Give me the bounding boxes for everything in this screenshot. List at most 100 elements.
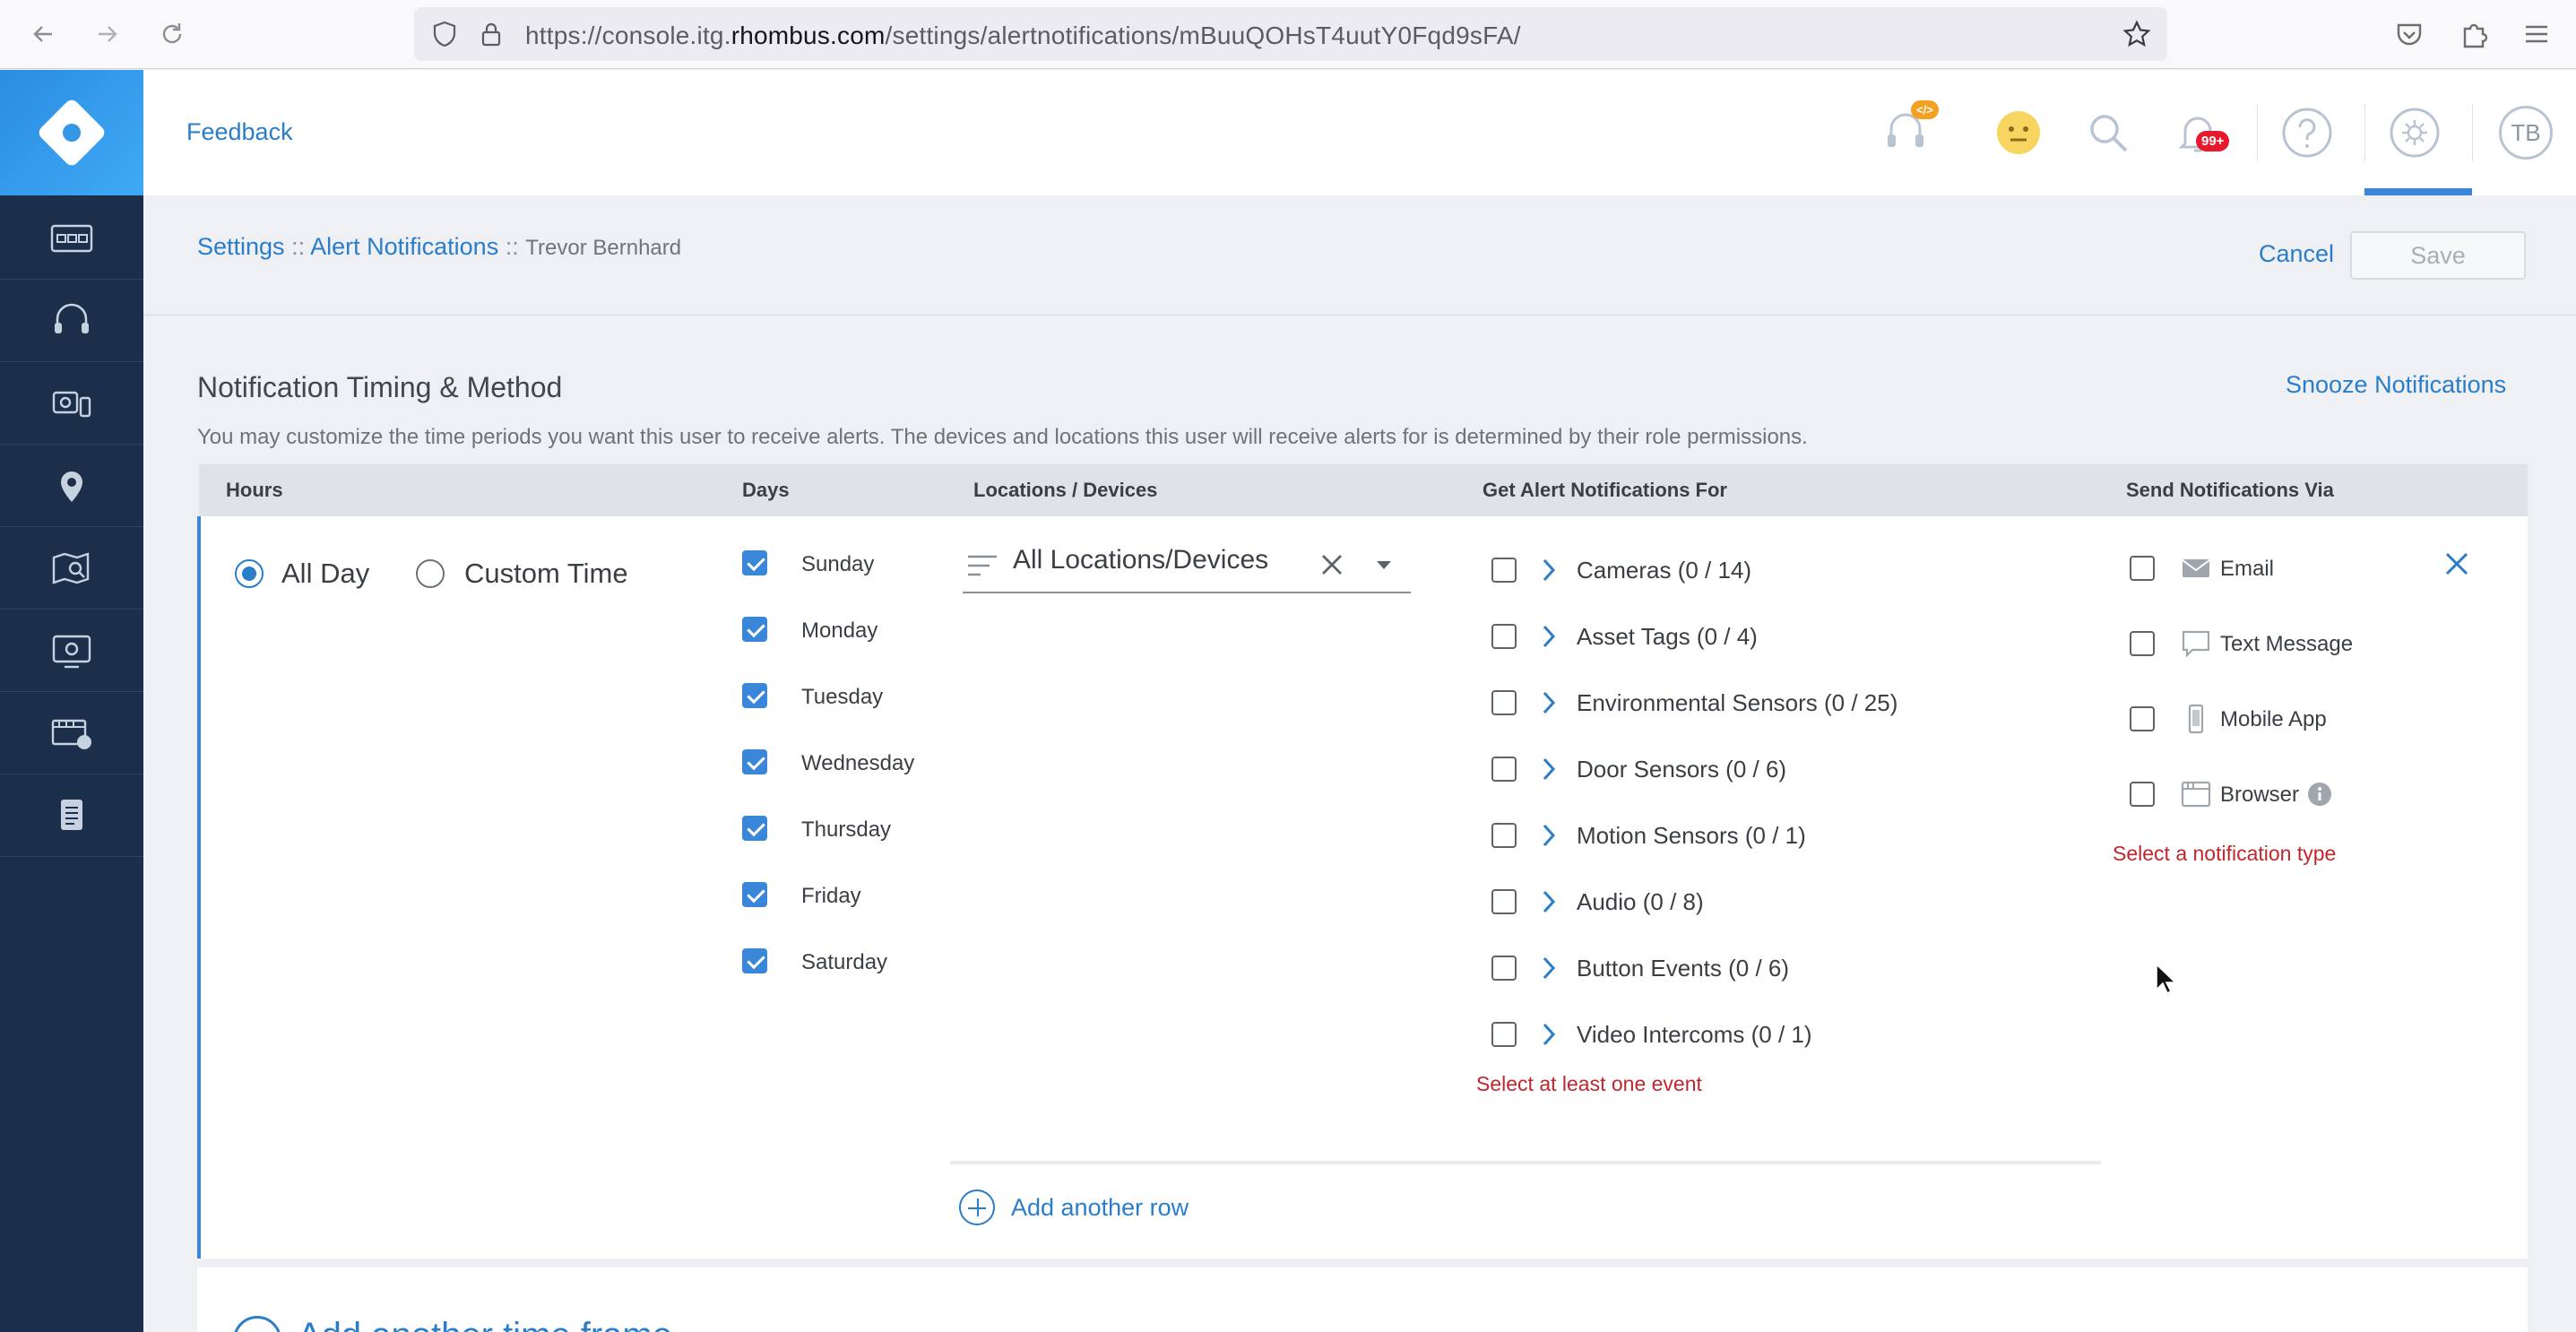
snooze-notifications-link[interactable]: Snooze Notifications xyxy=(2286,371,2506,399)
method-checkbox[interactable] xyxy=(2130,782,2155,807)
sidebar-item-reports[interactable] xyxy=(0,774,143,857)
day-checkbox[interactable] xyxy=(742,550,767,575)
bookmark-star-icon[interactable] xyxy=(2122,20,2151,48)
breadcrumb-alert-notifications[interactable]: Alert Notifications xyxy=(310,233,498,260)
sidebar-item-devices[interactable] xyxy=(0,362,143,445)
sidebar-item-video-wall[interactable] xyxy=(0,610,143,692)
rhombus-logo[interactable] xyxy=(0,70,143,195)
clear-icon[interactable] xyxy=(1318,550,1346,579)
emoji-feedback-button[interactable] xyxy=(1990,104,2047,161)
event-checkbox[interactable] xyxy=(1491,1022,1517,1047)
location-pin-icon xyxy=(61,471,82,502)
event-label: Cameras (0 / 14) xyxy=(1577,557,1752,584)
browser-toolbar: https://console.itg.rhombus.com/settings… xyxy=(0,0,2576,69)
day-checkbox[interactable] xyxy=(742,882,767,907)
section-description: You may customize the time periods you w… xyxy=(197,425,1808,449)
section-title: Notification Timing & Method xyxy=(197,371,563,403)
day-label[interactable]: Thursday xyxy=(801,817,891,843)
day-label[interactable]: Tuesday xyxy=(801,685,883,710)
chevron-right-icon[interactable] xyxy=(1538,557,1560,584)
notification-count-badge: 99+ xyxy=(2196,131,2230,151)
menu-icon[interactable] xyxy=(2519,16,2554,52)
settings-button[interactable] xyxy=(2386,104,2443,161)
methods-error-message: Select a notification type xyxy=(2113,842,2337,865)
breadcrumb: Settings :: Alert Notifications :: Trevo… xyxy=(197,233,681,261)
chevron-right-icon[interactable] xyxy=(1538,955,1560,982)
back-icon[interactable] xyxy=(25,16,61,52)
notifications-button[interactable]: 99+ xyxy=(2169,104,2230,161)
cancel-button[interactable]: Cancel xyxy=(2259,240,2334,268)
method-checkbox[interactable] xyxy=(2130,706,2155,731)
sidebar-item-map[interactable] xyxy=(0,527,143,610)
add-another-row-button[interactable]: Add another row xyxy=(959,1189,1189,1225)
dropdown-arrow-icon[interactable] xyxy=(1373,558,1395,572)
chevron-right-icon[interactable] xyxy=(1538,689,1560,716)
day-label[interactable]: Saturday xyxy=(801,950,887,975)
add-time-frame-label: Add another time frame xyxy=(298,1316,672,1332)
document-icon xyxy=(61,799,82,830)
method-checkbox[interactable] xyxy=(2130,556,2155,581)
feedback-link[interactable]: Feedback xyxy=(186,118,293,146)
support-headset-button[interactable]: </> xyxy=(1877,100,1939,161)
day-checkbox[interactable] xyxy=(742,683,767,708)
custom-time-label[interactable]: Custom Time xyxy=(464,558,628,590)
chevron-right-icon[interactable] xyxy=(1538,756,1560,783)
day-label[interactable]: Sunday xyxy=(801,552,874,577)
day-checkbox[interactable] xyxy=(742,816,767,841)
save-button[interactable]: Save xyxy=(2350,231,2526,280)
search-button[interactable] xyxy=(2079,104,2137,161)
address-bar[interactable]: https://console.itg.rhombus.com/settings… xyxy=(414,7,2167,61)
headset-icon xyxy=(55,303,89,333)
event-checkbox[interactable] xyxy=(1491,690,1517,715)
sidebar-item-saved-videos[interactable] xyxy=(0,692,143,774)
day-checkbox[interactable] xyxy=(742,948,767,973)
event-checkbox[interactable] xyxy=(1491,624,1517,649)
help-button[interactable] xyxy=(2278,104,2336,161)
event-checkbox[interactable] xyxy=(1491,558,1517,583)
sidebar-item-dashboard[interactable] xyxy=(0,197,143,280)
all-day-radio[interactable] xyxy=(235,559,264,588)
dev-badge: </> xyxy=(1911,100,1939,119)
breadcrumb-settings[interactable]: Settings xyxy=(197,233,285,260)
header-hours: Hours xyxy=(226,479,283,501)
email-icon xyxy=(2182,559,2210,577)
add-row-label: Add another row xyxy=(1011,1193,1189,1221)
user-avatar-button[interactable]: TB xyxy=(2497,104,2554,161)
remove-row-icon[interactable] xyxy=(2442,549,2472,579)
monitor-camera-icon xyxy=(52,635,91,668)
forward-icon[interactable] xyxy=(90,16,125,52)
day-checkbox[interactable] xyxy=(742,617,767,642)
header-divider xyxy=(2257,104,2258,161)
browser-icon xyxy=(2181,781,2211,808)
extensions-icon[interactable] xyxy=(2456,16,2492,52)
info-icon[interactable] xyxy=(2307,782,2332,807)
day-label[interactable]: Monday xyxy=(801,618,877,644)
event-checkbox[interactable] xyxy=(1491,956,1517,981)
method-label: Mobile App xyxy=(2220,707,2327,731)
sidebar-item-locations[interactable] xyxy=(0,445,143,527)
chevron-right-icon[interactable] xyxy=(1538,1021,1560,1048)
event-checkbox[interactable] xyxy=(1491,889,1517,914)
add-time-frame-card[interactable]: Add another time frame xyxy=(197,1267,2528,1332)
method-checkbox[interactable] xyxy=(2130,631,2155,656)
plus-circle-icon xyxy=(233,1316,281,1332)
chevron-right-icon[interactable] xyxy=(1538,822,1560,849)
sidebar-item-support[interactable] xyxy=(0,280,143,362)
custom-time-radio[interactable] xyxy=(416,559,445,588)
all-day-label[interactable]: All Day xyxy=(281,558,369,590)
reload-icon[interactable] xyxy=(154,16,190,52)
header-divider xyxy=(2472,104,2473,161)
settings-active-indicator xyxy=(2364,188,2472,195)
day-checkbox[interactable] xyxy=(742,749,767,774)
event-checkbox[interactable] xyxy=(1491,823,1517,848)
day-label[interactable]: Friday xyxy=(801,884,861,909)
day-label[interactable]: Wednesday xyxy=(801,751,914,776)
breadcrumb-user: Trevor Bernhard xyxy=(525,236,682,260)
left-sidebar xyxy=(0,70,143,1332)
pocket-icon[interactable] xyxy=(2391,16,2427,52)
chevron-right-icon[interactable] xyxy=(1538,623,1560,650)
method-label: Browser xyxy=(2220,783,2300,807)
chevron-right-icon[interactable] xyxy=(1538,888,1560,915)
event-checkbox[interactable] xyxy=(1491,757,1517,782)
locations-select[interactable]: All Locations/Devices xyxy=(963,538,1411,593)
